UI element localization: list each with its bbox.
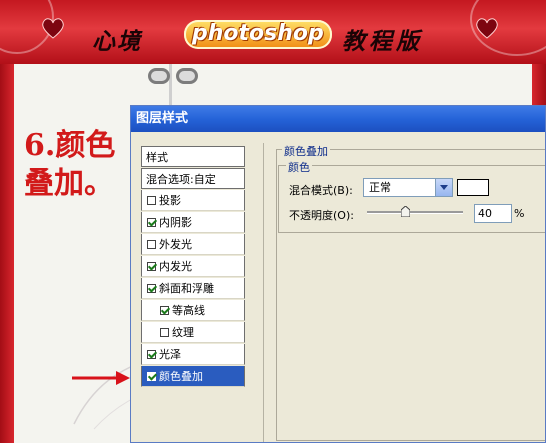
style-item-inner-shadow[interactable]: 内阴影 [141,212,245,233]
header-banner: 心境 photoshop 教程版 [0,0,546,64]
style-item-label: 内阴影 [159,216,192,229]
style-item-label: 外发光 [159,238,192,251]
step-caption-line-1: 6.颜色 [24,128,116,163]
style-item-satin[interactable]: 光泽 [141,344,245,365]
group-title: 颜色 [286,159,312,175]
satin-checkbox[interactable] [147,350,156,359]
blend-mode-select[interactable]: 正常 [363,178,453,197]
drop-shadow-checkbox[interactable] [147,196,156,205]
heart-icon [40,16,66,40]
outer-glow-checkbox[interactable] [147,240,156,249]
color-overlay-checkbox[interactable] [147,372,156,381]
percent-label: % [514,207,525,220]
texture-checkbox[interactable] [160,328,169,337]
binder-ring-icon [176,68,198,84]
style-item-outer-glow[interactable]: 外发光 [141,234,245,255]
opacity-slider-thumb[interactable] [400,206,410,217]
style-item-label: 等高线 [172,304,205,317]
style-item-label: 纹理 [172,326,194,339]
banner-title-left: 心境 [92,28,142,55]
blend-options-item[interactable]: 混合选项:自定 [141,168,245,189]
style-item-texture[interactable]: 纹理 [141,322,245,343]
photoshop-logo: photoshop [184,20,332,49]
opacity-label: 不透明度(O): [289,209,354,222]
chevron-down-icon[interactable] [435,179,452,196]
banner-title-right: 教程版 [342,28,423,55]
style-item-contour[interactable]: 等高线 [141,300,245,321]
red-arrow-icon [72,371,130,385]
style-item-inner-glow[interactable]: 内发光 [141,256,245,277]
styles-header[interactable]: 样式 [141,146,245,167]
style-item-label: 颜色叠加 [159,370,203,383]
inner-glow-checkbox[interactable] [147,262,156,271]
style-item-color-overlay[interactable]: 颜色叠加 [141,366,245,387]
step-caption-line-2: 叠加。 [24,166,114,201]
blend-mode-label: 混合模式(B): [289,184,353,197]
opacity-slider-track[interactable] [367,211,463,214]
opacity-input[interactable]: 40 [474,204,512,223]
section-title: 颜色叠加 [282,143,330,159]
step-caption: 6.颜色 叠加。 [24,127,115,203]
overlay-color-swatch[interactable] [457,179,489,196]
style-item-bevel-emboss[interactable]: 斜面和浮雕 [141,278,245,299]
layer-style-dialog: 图层样式 样式 混合选项:自定 投影 内阴影 外发光 内发光 斜面和浮雕 等高线… [130,105,546,443]
bevel-emboss-checkbox[interactable] [147,284,156,293]
blend-mode-value: 正常 [369,181,391,194]
style-item-label: 投影 [159,194,181,207]
dialog-title[interactable]: 图层样式 [131,106,545,132]
contour-checkbox[interactable] [160,306,169,315]
style-item-drop-shadow[interactable]: 投影 [141,190,245,211]
binder-ring-icon [148,68,170,84]
style-item-label: 斜面和浮雕 [159,282,214,295]
heart-icon [474,16,500,40]
style-item-label: 内发光 [159,260,192,273]
style-item-label: 光泽 [159,348,181,361]
inner-shadow-checkbox[interactable] [147,218,156,227]
frame-left-border [0,64,14,443]
style-list: 样式 混合选项:自定 投影 内阴影 外发光 内发光 斜面和浮雕 等高线 纹理 光… [141,146,245,442]
